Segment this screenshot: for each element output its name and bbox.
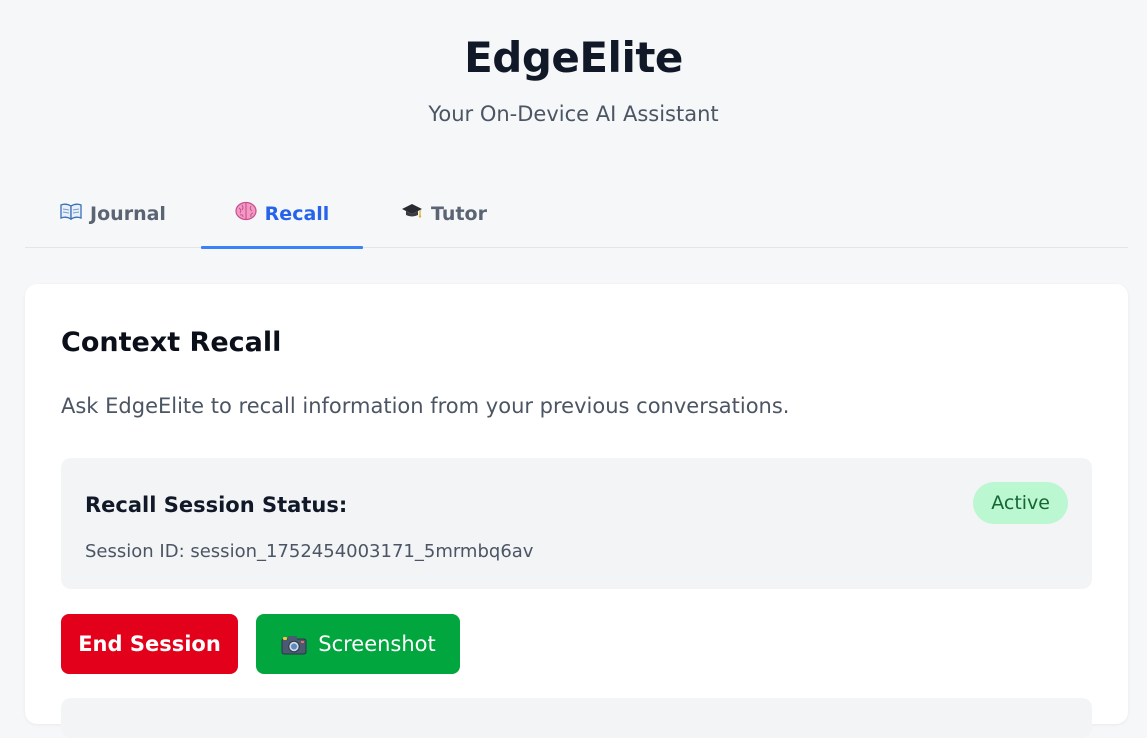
recall-panel: Context Recall Ask EdgeElite to recall i… bbox=[25, 284, 1128, 738]
session-status-box: Recall Session Status: Active Session ID… bbox=[61, 458, 1092, 589]
end-session-label: End Session bbox=[78, 632, 221, 656]
status-badge: Active bbox=[973, 482, 1068, 524]
recall-content-box bbox=[61, 698, 1092, 738]
camera-icon bbox=[280, 633, 308, 655]
panel-description: Ask EdgeElite to recall information from… bbox=[61, 394, 790, 418]
brain-icon bbox=[235, 201, 257, 226]
tab-tutor[interactable]: Tutor bbox=[363, 180, 525, 247]
graduation-cap-icon bbox=[401, 202, 423, 225]
app-header: EdgeElite Your On-Device AI Assistant bbox=[0, 0, 1147, 170]
tab-bar: Journal Recall Tutor bbox=[25, 180, 1128, 249]
tab-tutor-label: Tutor bbox=[431, 202, 487, 225]
screenshot-button[interactable]: Screenshot bbox=[256, 614, 460, 674]
tab-journal[interactable]: Journal bbox=[25, 180, 201, 247]
tab-recall[interactable]: Recall bbox=[201, 180, 363, 249]
tab-recall-label: Recall bbox=[264, 202, 330, 225]
session-status-label: Recall Session Status: bbox=[85, 493, 348, 517]
panel-title: Context Recall bbox=[61, 327, 282, 358]
screenshot-label: Screenshot bbox=[318, 632, 436, 656]
session-id: Session ID: session_1752454003171_5mrmbq… bbox=[85, 541, 534, 562]
app-title: EdgeElite bbox=[464, 33, 683, 82]
app-subtitle: Your On-Device AI Assistant bbox=[428, 102, 719, 126]
tab-journal-label: Journal bbox=[90, 202, 166, 225]
open-book-icon bbox=[60, 202, 82, 225]
end-session-button[interactable]: End Session bbox=[61, 614, 238, 674]
